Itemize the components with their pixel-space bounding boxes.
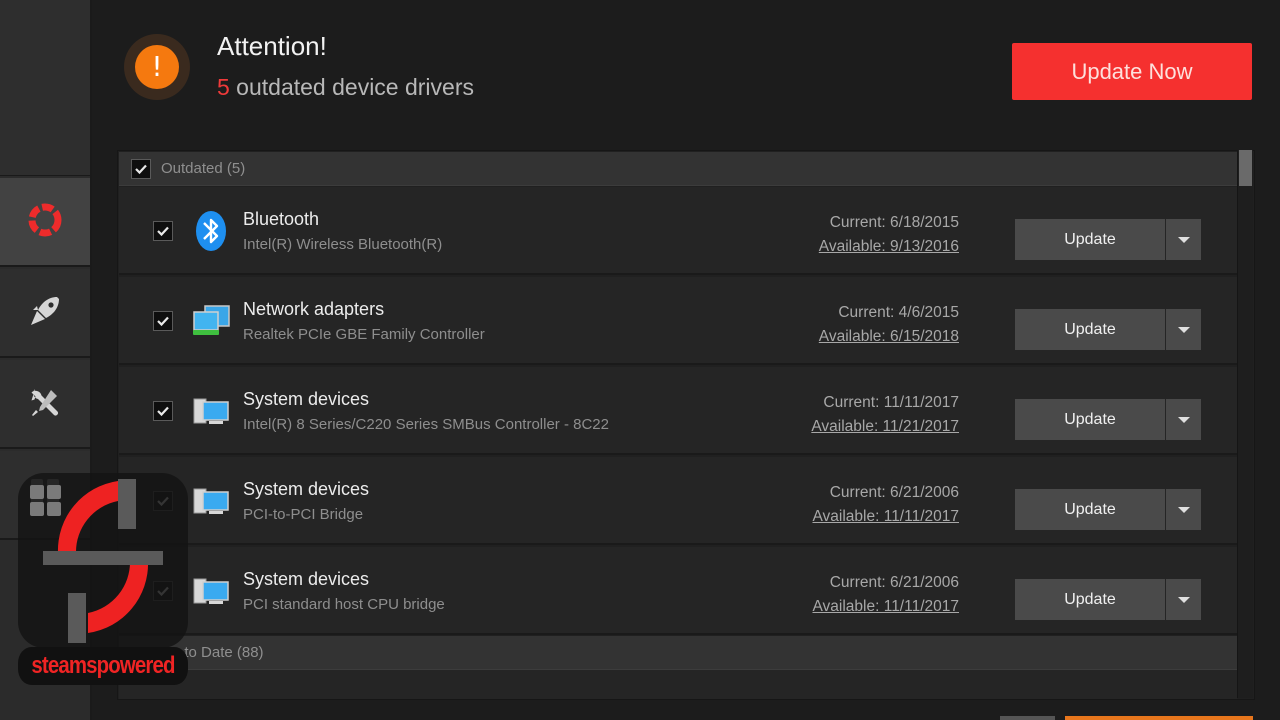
update-options-dropdown[interactable]	[1166, 489, 1201, 530]
group-header-outdated[interactable]: Outdated (5)	[119, 152, 1237, 186]
available-version-link[interactable]: Available: 11/11/2017	[812, 595, 959, 619]
primary-footer-button[interactable]	[1065, 716, 1253, 720]
update-button[interactable]: Update	[1015, 489, 1165, 530]
group-header-uptodate[interactable]: Up to Date (88)	[119, 636, 1237, 670]
exclamation-icon: !	[135, 45, 179, 89]
current-version: Current: 4/6/2015	[838, 304, 959, 321]
driver-row: System devices PCI-to-PCI Bridge Current…	[119, 457, 1237, 545]
current-version: Current: 6/21/2006	[829, 484, 959, 501]
sidebar-item-scan[interactable]	[0, 178, 90, 267]
driver-row: Network adapters Realtek PCIe GBE Family…	[119, 277, 1237, 365]
update-button[interactable]: Update	[1015, 309, 1165, 350]
available-version-link[interactable]: Available: 9/13/2016	[819, 235, 959, 259]
device-category: Network adapters	[243, 299, 385, 319]
driver-row: System devices PCI standard host CPU bri…	[119, 547, 1237, 635]
outdated-count: 5	[217, 74, 230, 100]
driver-row: System devices Intel(R) 8 Series/C220 Se…	[119, 367, 1237, 455]
driver-dates: Current: 6/21/2006 Available: 11/11/2017	[812, 481, 959, 529]
driver-checkbox[interactable]	[153, 221, 173, 241]
device-description: Realtek PCIe GBE Family Controller	[243, 326, 485, 343]
update-options-dropdown[interactable]	[1166, 579, 1201, 620]
select-all-outdated-checkbox[interactable]	[131, 158, 151, 179]
gear-logo-icon	[30, 479, 163, 643]
device-description: PCI standard host CPU bridge	[243, 596, 445, 613]
chevron-down-icon	[1177, 236, 1190, 243]
watermark-text: steamspowered	[18, 647, 188, 685]
driver-checkbox[interactable]	[153, 311, 173, 331]
driver-checkbox[interactable]	[153, 401, 173, 421]
watermark-logo	[18, 473, 188, 648]
driver-updater-window: ! Attention! 5 outdated device drivers U…	[0, 0, 1280, 720]
device-description: Intel(R) Wireless Bluetooth(R)	[243, 236, 443, 253]
current-version: Current: 11/11/2017	[823, 394, 959, 411]
device-description: Intel(R) 8 Series/C220 Series SMBus Cont…	[243, 416, 609, 433]
current-version: Current: 6/21/2006	[829, 574, 959, 591]
sidebar-top	[0, 0, 90, 176]
device-category: System devices	[243, 389, 370, 409]
device-category: System devices	[243, 479, 370, 499]
computer-icon	[191, 479, 231, 523]
network-adapter-icon	[191, 299, 231, 343]
update-button[interactable]: Update	[1015, 219, 1165, 260]
computer-icon	[191, 389, 231, 433]
driver-dates: Current: 4/6/2015 Available: 6/15/2018	[819, 301, 959, 349]
available-version-link[interactable]: Available: 11/21/2017	[811, 415, 959, 439]
update-options-dropdown[interactable]	[1166, 399, 1201, 440]
group-label: Outdated (5)	[161, 160, 246, 177]
chevron-down-icon	[1177, 596, 1190, 603]
tools-icon	[27, 384, 63, 424]
chevron-down-icon	[1177, 506, 1190, 513]
update-button[interactable]: Update	[1015, 579, 1165, 620]
sidebar-item-boost[interactable]	[0, 269, 90, 358]
update-button[interactable]: Update	[1015, 399, 1165, 440]
bluetooth-icon	[191, 209, 231, 253]
lifebuoy-icon	[26, 201, 64, 243]
current-version: Current: 6/18/2015	[829, 214, 959, 231]
update-now-button[interactable]: Update Now	[1012, 43, 1252, 100]
device-description: PCI-to-PCI Bridge	[243, 506, 364, 523]
rocket-icon	[27, 293, 63, 333]
page-title: Attention!	[217, 31, 327, 61]
driver-row-partial	[119, 670, 1237, 699]
update-options-dropdown[interactable]	[1166, 309, 1201, 350]
chevron-down-icon	[1177, 326, 1190, 333]
device-category: Bluetooth	[243, 209, 320, 229]
outdated-summary: 5 outdated device drivers	[217, 74, 474, 101]
update-options-dropdown[interactable]	[1166, 219, 1201, 260]
device-category: System devices	[243, 569, 370, 589]
alert-icon: !	[124, 34, 190, 100]
list-scrollbar[interactable]	[1237, 150, 1253, 698]
available-version-link[interactable]: Available: 11/11/2017	[812, 505, 959, 529]
sidebar-item-tools[interactable]	[0, 360, 90, 449]
available-version-link[interactable]: Available: 6/15/2018	[819, 325, 959, 349]
outdated-summary-text: outdated device drivers	[229, 74, 474, 100]
driver-list: Outdated (5) Bluetooth Intel(R) Wireless…	[117, 150, 1255, 700]
driver-dates: Current: 6/18/2015 Available: 9/13/2016	[819, 211, 959, 259]
scrollbar-thumb[interactable]	[1239, 150, 1252, 186]
chevron-down-icon	[1177, 416, 1190, 423]
driver-row: Bluetooth Intel(R) Wireless Bluetooth(R)…	[119, 187, 1237, 275]
computer-icon	[191, 569, 231, 613]
secondary-footer-button[interactable]	[1000, 716, 1055, 720]
driver-dates: Current: 11/11/2017 Available: 11/21/201…	[811, 391, 959, 439]
driver-dates: Current: 6/21/2006 Available: 11/11/2017	[812, 571, 959, 619]
